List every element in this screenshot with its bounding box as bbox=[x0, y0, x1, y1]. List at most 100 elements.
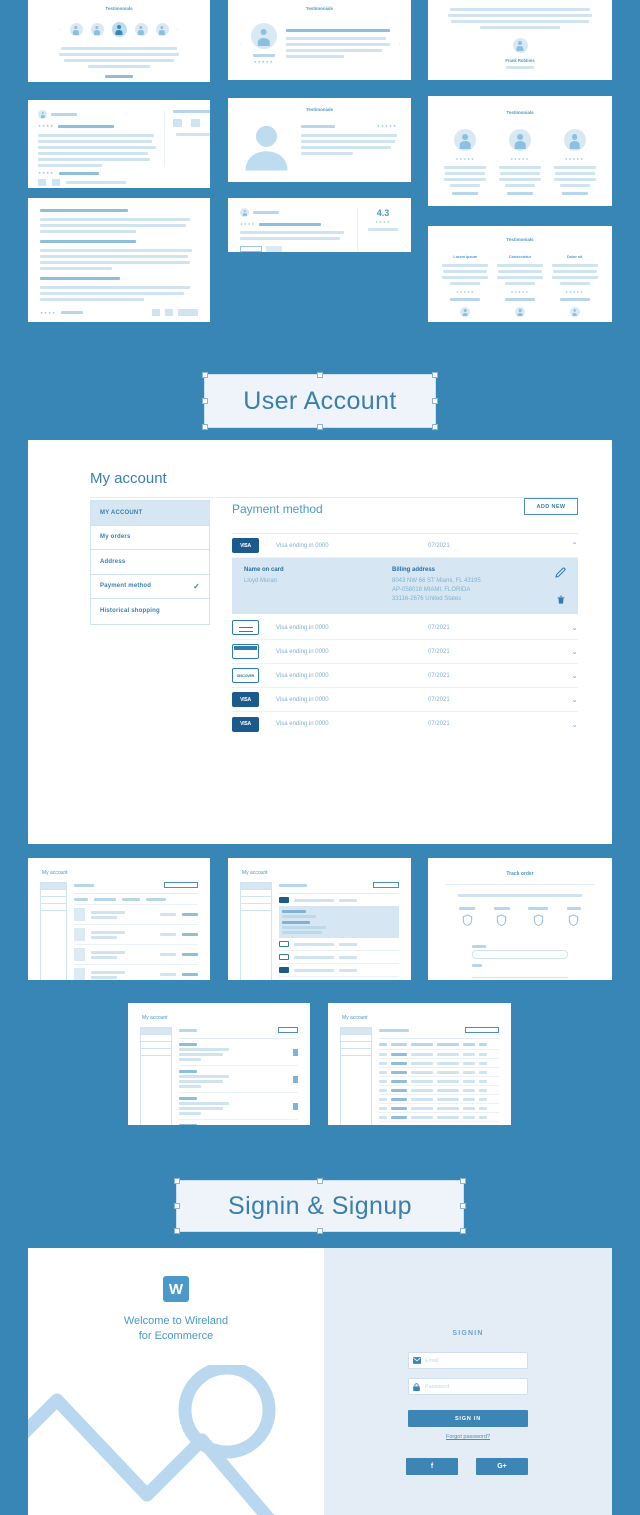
thumbs-down-icon[interactable] bbox=[52, 179, 60, 186]
testimonial-card-big-avatar[interactable]: Testimonials ★★★★★ bbox=[228, 98, 411, 182]
wireland-logo: W bbox=[163, 1276, 189, 1302]
resize-handle[interactable] bbox=[174, 1228, 180, 1234]
resize-handle[interactable] bbox=[460, 1228, 466, 1234]
password-field[interactable] bbox=[408, 1378, 528, 1395]
discover-logo-icon: DISCOVER bbox=[232, 668, 259, 683]
chevron-up-icon[interactable]: ⌃ bbox=[558, 541, 578, 550]
thumbs-up-icon[interactable] bbox=[152, 309, 160, 316]
track-form[interactable] bbox=[428, 945, 612, 980]
sign-in-button[interactable]: SIGN IN bbox=[408, 1410, 528, 1427]
resize-handle[interactable] bbox=[432, 398, 438, 404]
trash-icon[interactable] bbox=[556, 594, 566, 605]
sidebar-item-my-account[interactable]: MY ACCOUNT bbox=[91, 501, 209, 526]
sidebar-item-address[interactable]: Address bbox=[91, 550, 209, 575]
testimonial-card-centered-quote[interactable]: Frank Robbins bbox=[428, 0, 612, 80]
thumbs-up-icon[interactable] bbox=[173, 119, 182, 127]
payment-row[interactable]: Visa ending in 0000 07/2021 ⌄ bbox=[232, 616, 578, 640]
thumb-button[interactable] bbox=[164, 882, 198, 888]
resize-handle[interactable] bbox=[432, 372, 438, 378]
resize-handle[interactable] bbox=[202, 398, 208, 404]
section-header-user-account[interactable]: User Account bbox=[202, 372, 438, 430]
resize-handle[interactable] bbox=[460, 1203, 466, 1209]
avatar[interactable] bbox=[69, 23, 83, 36]
google-login-button[interactable]: G+ bbox=[476, 1458, 528, 1475]
sidebar-item-my-orders[interactable]: My orders bbox=[91, 526, 209, 550]
sidebar-item-historical-shopping[interactable]: Historical shopping bbox=[91, 599, 209, 624]
thumb-button[interactable] bbox=[278, 1027, 298, 1033]
facebook-login-button[interactable]: f bbox=[406, 1458, 458, 1475]
chevron-right-icon[interactable]: › bbox=[177, 27, 179, 33]
sidebar-item-payment-method[interactable]: Payment method ✓ bbox=[91, 575, 209, 599]
forgot-password-link[interactable]: Forgot password? bbox=[324, 1434, 612, 1440]
resize-handle[interactable] bbox=[174, 1178, 180, 1184]
avatar[interactable] bbox=[90, 23, 104, 36]
thumb-sidebar[interactable] bbox=[140, 1027, 172, 1125]
testimonial-card-single-quote[interactable]: Testimonials ‹ ★★★★★ › bbox=[228, 0, 411, 80]
testimonial-item: ★★★★★ bbox=[552, 129, 598, 198]
payment-row-expanded[interactable]: VISA Visa ending in 0000 07/2021 ⌃ bbox=[232, 534, 578, 558]
avatar[interactable] bbox=[155, 23, 169, 36]
testimonial-card-three-column-quotes[interactable]: Testimonials Lorem ipsum ★★★★★ Consectet… bbox=[428, 226, 612, 322]
avatar[interactable] bbox=[111, 22, 127, 37]
resize-handle[interactable] bbox=[202, 424, 208, 430]
account-sidebar[interactable]: MY ACCOUNT My orders Address Payment met… bbox=[90, 500, 210, 625]
quote-text bbox=[28, 47, 210, 68]
chevron-right-icon[interactable]: › bbox=[399, 41, 401, 47]
chevron-down-icon[interactable]: ⌄ bbox=[558, 623, 578, 632]
testimonial-card-review-list[interactable]: ★★★★ ★★★★ bbox=[28, 100, 210, 188]
email-field[interactable] bbox=[408, 1352, 528, 1369]
account-thumbnail-historical-shopping[interactable]: My account bbox=[328, 1003, 511, 1125]
reply-button[interactable] bbox=[178, 309, 198, 316]
testimonial-card-carousel-avatars[interactable]: Testimonials ‹ › ★★★★★ bbox=[28, 0, 210, 82]
helpful-button[interactable] bbox=[240, 246, 262, 252]
billing-address-line: 33116-2676 United States bbox=[392, 596, 462, 602]
account-thumbnail-track-order[interactable]: Track order bbox=[428, 858, 612, 980]
thumb-sidebar[interactable] bbox=[340, 1027, 372, 1125]
thumbs-up-icon[interactable] bbox=[38, 179, 46, 186]
resize-handle[interactable] bbox=[202, 372, 208, 378]
thumbs-down-icon[interactable] bbox=[165, 309, 173, 316]
chevron-down-icon[interactable]: ⌄ bbox=[558, 720, 578, 729]
testimonial-item: Dolor sit ★★★★★ bbox=[551, 255, 599, 317]
payment-row[interactable]: VISA Visa ending in 0000 07/2021 ⌄ bbox=[232, 712, 578, 736]
account-thumbnail-my-orders[interactable]: My account bbox=[28, 858, 210, 980]
testimonial-card-rating-summary[interactable]: ★★★★ 4.3 ★★★★ bbox=[228, 198, 411, 252]
chevron-left-icon[interactable]: ‹ bbox=[240, 41, 242, 47]
helpful-widget[interactable] bbox=[164, 110, 210, 167]
add-new-button[interactable]: ADD NEW bbox=[524, 498, 578, 515]
chevron-down-icon[interactable]: ⌄ bbox=[558, 695, 578, 704]
account-thumbnail-address[interactable]: My account bbox=[128, 1003, 310, 1125]
testimonial-card-three-up-avatars[interactable]: Testimonials ★★★★★ ★★★★★ ★★★★★ bbox=[428, 96, 612, 206]
pencil-icon[interactable] bbox=[555, 567, 566, 578]
resize-handle[interactable] bbox=[432, 424, 438, 430]
payment-row[interactable]: VISA Visa ending in 0000 07/2021 ⌄ bbox=[232, 688, 578, 712]
thumbs-down-icon[interactable] bbox=[191, 119, 200, 127]
email-input[interactable] bbox=[424, 1353, 527, 1368]
resize-handle[interactable] bbox=[317, 372, 323, 378]
name-on-card-value: Lloyd Moran bbox=[244, 578, 278, 584]
resize-handle[interactable] bbox=[460, 1178, 466, 1184]
chevron-down-icon[interactable]: ⌄ bbox=[558, 647, 578, 656]
avatar[interactable] bbox=[134, 23, 148, 36]
report-button[interactable] bbox=[266, 246, 282, 252]
chevron-down-icon[interactable]: ⌄ bbox=[558, 671, 578, 680]
testimonial-card-long-review-list[interactable]: ★★★★ bbox=[28, 198, 210, 322]
visa-logo-icon: VISA bbox=[232, 716, 259, 732]
thumb-button[interactable] bbox=[465, 1027, 499, 1033]
payment-row[interactable]: DISCOVER Visa ending in 0000 07/2021 ⌄ bbox=[232, 664, 578, 688]
step bbox=[459, 907, 476, 931]
password-input[interactable] bbox=[424, 1379, 527, 1394]
resize-handle[interactable] bbox=[174, 1203, 180, 1209]
chevron-left-icon[interactable]: ‹ bbox=[60, 27, 62, 33]
payment-row[interactable]: Visa ending in 0000 07/2021 ⌄ bbox=[232, 640, 578, 664]
thumb-sidebar[interactable] bbox=[40, 882, 67, 980]
avatar-carousel[interactable]: ‹ › bbox=[28, 22, 210, 37]
account-thumbnail-payment-method[interactable]: My account bbox=[228, 858, 411, 980]
thumb-sidebar[interactable] bbox=[240, 882, 272, 980]
resize-handle[interactable] bbox=[317, 1178, 323, 1184]
resize-handle[interactable] bbox=[317, 424, 323, 430]
order-steps bbox=[428, 907, 612, 931]
section-header-signin-signup[interactable]: Signin & Signup bbox=[174, 1178, 466, 1234]
thumb-button[interactable] bbox=[373, 882, 399, 888]
resize-handle[interactable] bbox=[317, 1228, 323, 1234]
